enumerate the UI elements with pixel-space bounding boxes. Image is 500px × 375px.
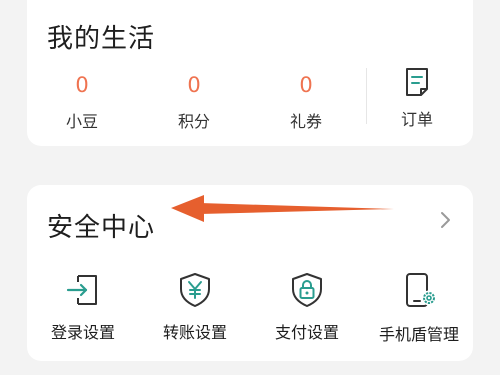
phone-gear-icon	[406, 273, 437, 307]
my-life-card: 我的生活 0 小豆 0 积分 0 礼券 订单	[27, 0, 473, 146]
phone-shield-button[interactable]: 手机盾管理	[371, 271, 467, 345]
stats-divider	[366, 68, 367, 124]
transfer-settings-label: 转账设置	[162, 323, 227, 342]
security-center-card: 安全中心 登录设置 转账设置 支付设置 手机盾管理	[27, 185, 473, 361]
login-icon	[66, 275, 97, 305]
orders-label: 订单	[400, 110, 433, 129]
order-list-icon	[406, 68, 428, 96]
stat-points-label: 积分	[177, 112, 210, 131]
stat-xiaodou[interactable]: 0 小豆	[37, 72, 127, 132]
stat-points[interactable]: 0 积分	[149, 72, 239, 132]
shield-yuan-icon	[180, 273, 210, 307]
my-life-title: 我的生活	[47, 24, 156, 54]
login-settings-button[interactable]: 登录设置	[35, 271, 131, 343]
payment-settings-label: 支付设置	[274, 323, 339, 342]
stat-coupons-value: 0	[299, 73, 313, 97]
orders-button[interactable]: 订单	[382, 66, 452, 130]
login-settings-label: 登录设置	[50, 323, 115, 342]
stat-coupons[interactable]: 0 礼券	[261, 72, 351, 132]
security-center-title[interactable]: 安全中心	[47, 207, 155, 244]
payment-settings-button[interactable]: 支付设置	[259, 271, 355, 343]
stat-points-value: 0	[187, 73, 201, 97]
chevron-right-icon[interactable]	[439, 211, 453, 229]
phone-shield-label: 手机盾管理	[378, 325, 459, 344]
stat-coupons-label: 礼券	[289, 112, 322, 131]
stat-xiaodou-label: 小豆	[65, 112, 98, 131]
stat-xiaodou-value: 0	[75, 73, 89, 97]
transfer-settings-button[interactable]: 转账设置	[147, 271, 243, 343]
shield-lock-icon	[292, 273, 322, 307]
